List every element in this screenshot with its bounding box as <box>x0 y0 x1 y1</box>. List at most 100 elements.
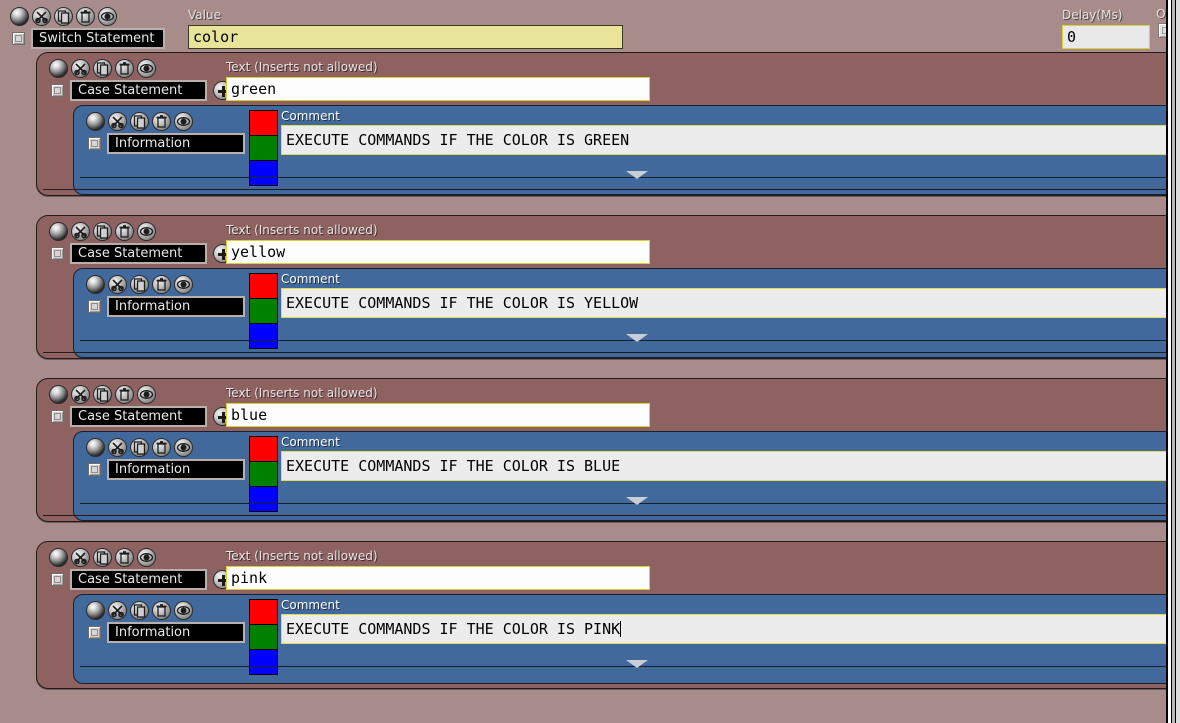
switch-enable-checkbox[interactable] <box>12 32 25 45</box>
swatch-blue[interactable] <box>249 649 278 675</box>
info-collapse-divider[interactable] <box>80 334 1180 342</box>
swatch-blue[interactable] <box>249 323 278 349</box>
swatch-red[interactable] <box>249 599 278 625</box>
cut-icon[interactable] <box>32 7 51 26</box>
view-icon[interactable] <box>137 59 156 78</box>
swatch-red[interactable] <box>249 273 278 299</box>
copy-icon[interactable] <box>130 601 149 620</box>
cut-icon[interactable] <box>71 59 90 78</box>
cut-icon[interactable] <box>71 222 90 241</box>
delete-icon[interactable] <box>115 222 134 241</box>
cut-icon[interactable] <box>108 275 127 294</box>
info-enable-checkbox[interactable] <box>88 626 101 639</box>
record-icon[interactable] <box>86 438 105 457</box>
comment-input[interactable]: EXECUTE COMMANDS IF THE COLOR IS YELLOW <box>281 288 1180 318</box>
info-collapse-divider[interactable] <box>80 171 1180 179</box>
info-enable-checkbox[interactable] <box>88 463 101 476</box>
copy-icon[interactable] <box>130 275 149 294</box>
swatch-green[interactable] <box>249 624 278 650</box>
case-name-field[interactable]: Case Statement <box>70 406 207 427</box>
case-enable-checkbox[interactable] <box>51 84 64 97</box>
copy-icon[interactable] <box>93 59 112 78</box>
case-name-field[interactable]: Case Statement <box>70 243 207 264</box>
view-icon[interactable] <box>174 438 193 457</box>
delay-input[interactable]: 0 <box>1062 25 1150 49</box>
swatch-red[interactable] <box>249 436 278 462</box>
case-name-field[interactable]: Case Statement <box>70 80 207 101</box>
case-text-input[interactable]: pink <box>226 566 650 590</box>
copy-icon[interactable] <box>93 222 112 241</box>
delete-icon[interactable] <box>152 112 171 131</box>
info-collapse-divider[interactable] <box>80 497 1180 505</box>
case-text-input[interactable]: green <box>226 77 650 101</box>
copy-icon[interactable] <box>54 7 73 26</box>
record-icon[interactable] <box>49 385 68 404</box>
view-icon[interactable] <box>174 601 193 620</box>
record-icon[interactable] <box>49 59 68 78</box>
chevron-down-icon[interactable] <box>626 660 648 668</box>
cut-icon[interactable] <box>71 548 90 567</box>
chevron-down-icon[interactable] <box>626 334 648 342</box>
case-name-field[interactable]: Case Statement <box>70 569 207 590</box>
copy-icon[interactable] <box>130 438 149 457</box>
delete-icon[interactable] <box>152 275 171 294</box>
view-icon[interactable] <box>174 112 193 131</box>
case-enable-checkbox[interactable] <box>51 573 64 586</box>
chevron-down-icon[interactable] <box>626 171 648 179</box>
cut-icon[interactable] <box>108 601 127 620</box>
record-icon[interactable] <box>49 222 68 241</box>
record-icon[interactable] <box>86 275 105 294</box>
delete-icon[interactable] <box>76 7 95 26</box>
delete-icon[interactable] <box>115 385 134 404</box>
info-name-field[interactable]: Information <box>107 133 245 154</box>
delete-icon[interactable] <box>115 548 134 567</box>
swatch-green[interactable] <box>249 298 278 324</box>
case-text-group: Text (Inserts not allowed) pink <box>226 550 650 590</box>
record-icon[interactable] <box>10 7 29 26</box>
cut-icon[interactable] <box>108 438 127 457</box>
view-icon[interactable] <box>174 275 193 294</box>
swatch-blue[interactable] <box>249 160 278 186</box>
chevron-down-icon[interactable] <box>626 497 648 505</box>
case-enable-checkbox[interactable] <box>51 410 64 423</box>
record-icon[interactable] <box>86 112 105 131</box>
case-collapse-divider[interactable] <box>43 352 1177 353</box>
vertical-scrollbar[interactable] <box>1166 0 1180 723</box>
switch-name-field[interactable]: Switch Statement <box>31 28 165 49</box>
info-name-field[interactable]: Information <box>107 459 245 480</box>
record-icon[interactable] <box>86 601 105 620</box>
case-text-input[interactable]: yellow <box>226 240 650 264</box>
delete-icon[interactable] <box>152 601 171 620</box>
cut-icon[interactable] <box>71 385 90 404</box>
view-icon[interactable] <box>137 385 156 404</box>
delete-icon[interactable] <box>152 438 171 457</box>
swatch-blue[interactable] <box>249 486 278 512</box>
copy-icon[interactable] <box>93 385 112 404</box>
copy-icon[interactable] <box>130 112 149 131</box>
info-enable-checkbox[interactable] <box>88 300 101 313</box>
comment-input[interactable]: EXECUTE COMMANDS IF THE COLOR IS PINK <box>281 614 1180 644</box>
comment-input[interactable]: EXECUTE COMMANDS IF THE COLOR IS BLUE <box>281 451 1180 481</box>
swatch-green[interactable] <box>249 135 278 161</box>
swatch-green[interactable] <box>249 461 278 487</box>
comment-input[interactable]: EXECUTE COMMANDS IF THE COLOR IS GREEN <box>281 125 1180 155</box>
info-name-field[interactable]: Information <box>107 622 245 643</box>
rgb-swatches <box>249 110 278 186</box>
record-icon[interactable] <box>49 548 68 567</box>
view-icon[interactable] <box>98 7 117 26</box>
copy-icon[interactable] <box>93 548 112 567</box>
case-text-input[interactable]: blue <box>226 403 650 427</box>
info-enable-checkbox[interactable] <box>88 137 101 150</box>
case-collapse-divider[interactable] <box>43 515 1177 516</box>
delete-icon[interactable] <box>115 59 134 78</box>
scrollbar-thumb[interactable] <box>1175 0 1180 723</box>
value-input[interactable]: color <box>188 25 623 49</box>
info-name-field[interactable]: Information <box>107 296 245 317</box>
info-collapse-divider[interactable] <box>80 660 1180 668</box>
view-icon[interactable] <box>137 222 156 241</box>
case-enable-checkbox[interactable] <box>51 247 64 260</box>
cut-icon[interactable] <box>108 112 127 131</box>
swatch-red[interactable] <box>249 110 278 136</box>
case-collapse-divider[interactable] <box>43 189 1177 190</box>
view-icon[interactable] <box>137 548 156 567</box>
